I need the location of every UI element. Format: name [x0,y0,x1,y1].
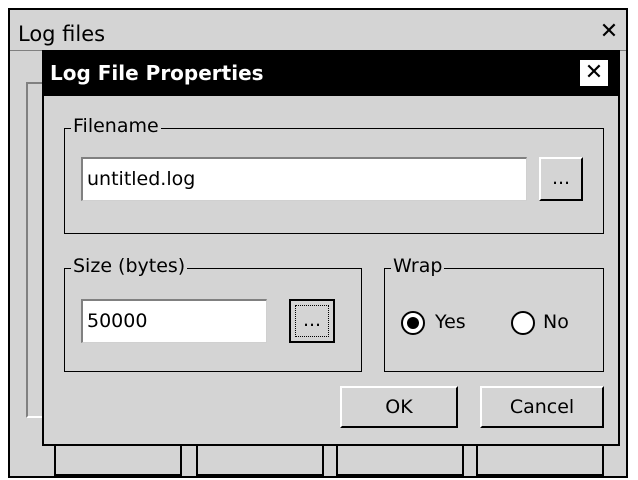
wrap-no-label[interactable]: No [543,311,569,333]
log-files-button-4[interactable] [476,442,604,476]
size-browse-button[interactable]: ... [289,299,335,343]
ok-button[interactable]: OK [340,386,458,428]
log-files-title: Log files [18,22,106,46]
dialog-title: Log File Properties [50,61,264,85]
dialog-titlebar: Log File Properties ✕ [44,52,618,96]
filename-group: Filename untitled.log ... [64,115,604,234]
log-files-button-1[interactable] [54,442,182,476]
log-file-properties-dialog: Log File Properties ✕ Filename untitled.… [42,50,620,446]
log-files-button-3[interactable] [336,442,464,476]
wrap-yes-label[interactable]: Yes [435,311,466,333]
size-field[interactable]: 50000 [81,299,267,343]
filename-field[interactable]: untitled.log [81,157,527,201]
screen: Log files ✕ Log File Properties ✕ Filena… [0,0,638,480]
close-icon[interactable]: ✕ [578,58,610,88]
close-icon[interactable]: ✕ [596,20,622,44]
wrap-no-radio[interactable] [511,311,535,335]
size-legend: Size (bytes) [71,255,188,277]
size-group: Size (bytes) 50000 ... [64,255,362,372]
log-files-button-2[interactable] [196,442,324,476]
radio-selected-dot [407,317,419,329]
wrap-legend: Wrap [391,255,445,277]
focus-indicator [295,305,329,337]
log-files-titlebar: Log files ✕ [10,10,626,51]
cancel-button[interactable]: Cancel [480,386,604,428]
wrap-yes-radio[interactable] [401,311,425,335]
wrap-group: Wrap Yes No [384,255,604,372]
filename-legend: Filename [71,115,161,137]
filename-browse-button[interactable]: ... [539,157,583,201]
